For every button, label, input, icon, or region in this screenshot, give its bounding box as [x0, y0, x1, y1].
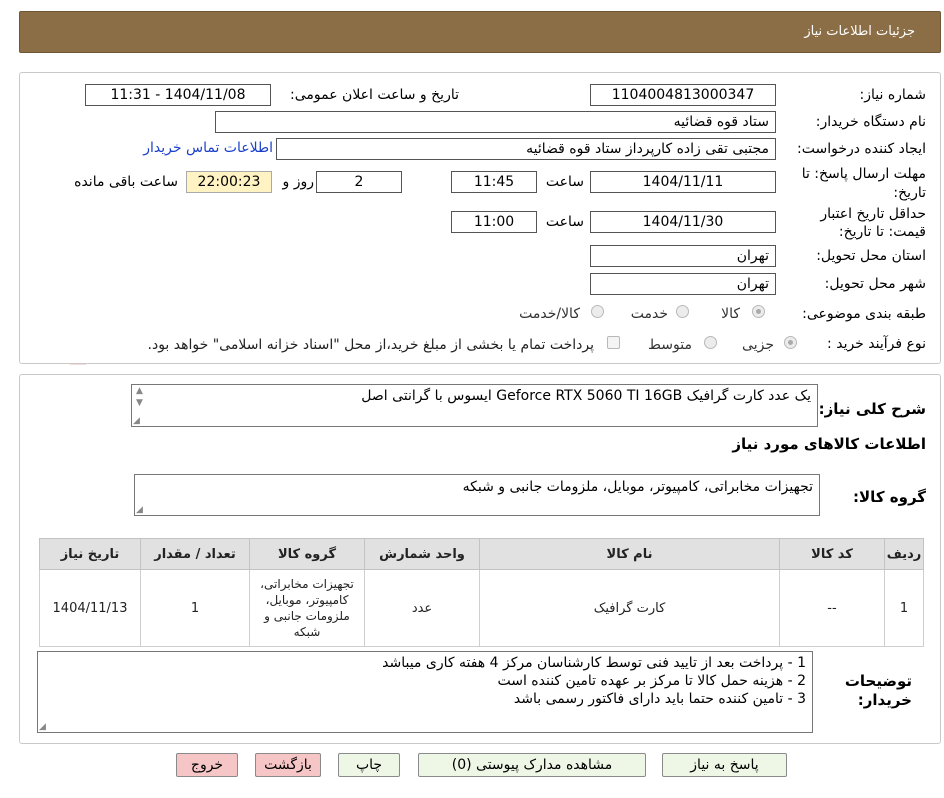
note-line-1: 1 - پرداخت بعد از تایید فنی توسط کارشناس…	[382, 655, 806, 671]
creator-label: ایجاد کننده درخواست:	[797, 141, 926, 157]
deadline-date-field: 1404/11/11	[590, 171, 776, 193]
process-minor-radio[interactable]	[784, 336, 797, 349]
note-line-3: 3 - تامین کننده حتما باید دارای فاکتور ر…	[513, 691, 806, 707]
deadline-time-label: ساعت	[545, 174, 584, 190]
back-button[interactable]: بازگشت	[255, 753, 321, 777]
col-row: ردیف	[884, 538, 924, 570]
buyer-contact-link[interactable]: اطلاعات تماس خریدار	[143, 140, 273, 156]
note-line-2: 2 - هزینه حمل کالا تا مرکز بر عهده تامین…	[497, 673, 806, 689]
price-validity-label-2: قیمت: تا تاریخ:	[838, 224, 926, 240]
countdown-timer: 22:00:23	[186, 171, 272, 193]
need-summary-label: شرح کلی نیاز:	[818, 400, 926, 418]
deadline-label-2: تاریخ:	[893, 185, 926, 201]
cell-qty: 1	[140, 569, 250, 647]
need-number-label: شماره نیاز:	[859, 87, 927, 103]
resize-handle-icon[interactable]: ◢	[39, 722, 46, 732]
deadline-label: مهلت ارسال پاسخ: تا	[801, 166, 926, 182]
page-header: جزئیات اطلاعات نیاز	[19, 11, 941, 53]
creator-field: مجتبی تقی زاده کارپرداز ستاد قوه قضائیه	[276, 138, 776, 160]
city-label: شهر محل تحویل:	[824, 276, 926, 292]
days-remaining-field: 2	[316, 171, 402, 193]
resize-handle-icon[interactable]: ◢	[136, 505, 143, 515]
need-summary-textarea[interactable]: یک عدد کارت گرافیک Geforce RTX 5060 TI 1…	[131, 384, 818, 427]
category-goods-label: کالا	[721, 306, 740, 322]
cell-name: کارت گرافیک	[479, 569, 780, 647]
cell-date: 1404/11/13	[39, 569, 141, 647]
category-service-label: خدمت	[630, 306, 668, 322]
validity-date-field: 1404/11/30	[590, 211, 776, 233]
category-goods-service-label: کالا/خدمت	[519, 306, 580, 322]
cell-unit: عدد	[364, 569, 480, 647]
buyer-org-field: ستاد قوه قضائیه	[215, 111, 776, 133]
buyer-notes-label: توضیحات	[844, 672, 912, 690]
announce-datetime-field: 1404/11/08 - 11:31	[85, 84, 271, 106]
col-date: تاریخ نیاز	[39, 538, 141, 570]
announce-datetime-label: تاریخ و ساعت اعلان عمومی:	[290, 87, 459, 103]
scroll-up-icon[interactable]: ▲	[136, 386, 143, 396]
process-medium-label: متوسط	[648, 337, 692, 353]
treasury-payment-checkbox[interactable]	[607, 336, 620, 349]
reply-button[interactable]: پاسخ به نیاز	[662, 753, 787, 777]
purchase-process-label: نوع فرآیند خرید :	[827, 336, 926, 352]
page-title: جزئیات اطلاعات نیاز	[804, 24, 915, 39]
days-label: روز و	[282, 174, 315, 190]
process-medium-radio[interactable]	[704, 336, 717, 349]
city-field: تهران	[590, 273, 776, 295]
table-header-row: ردیف کد کالا نام کالا واحد شمارش گروه کا…	[39, 538, 924, 570]
validity-time-label: ساعت	[545, 214, 584, 230]
table-row: 1 -- کارت گرافیک عدد تجهیزات مخابراتی، ک…	[39, 569, 924, 647]
exit-button[interactable]: خروج	[176, 753, 238, 777]
resize-handle-icon[interactable]: ◢	[133, 416, 140, 426]
goods-group-text: تجهیزات مخابراتی، کامپیوتر، موبایل، ملزو…	[462, 479, 813, 495]
category-goods-service-radio[interactable]	[591, 305, 604, 318]
goods-group-textarea[interactable]: تجهیزات مخابراتی، کامپیوتر، موبایل، ملزو…	[134, 474, 820, 516]
print-button[interactable]: چاپ	[338, 753, 400, 777]
province-field: تهران	[590, 245, 776, 267]
buyer-org-label: نام دستگاه خریدار:	[815, 114, 926, 130]
cell-row: 1	[884, 569, 924, 647]
goods-group-label: گروه کالا:	[853, 488, 926, 506]
category-goods-radio[interactable]	[752, 305, 765, 318]
process-minor-label: جزیی	[742, 337, 774, 353]
cell-code: --	[779, 569, 885, 647]
province-label: استان محل تحویل:	[816, 248, 926, 264]
time-remaining-label: ساعت باقی مانده	[74, 174, 178, 190]
buyer-notes-label-2: خریدار:	[857, 691, 912, 709]
category-service-radio[interactable]	[676, 305, 689, 318]
col-name: نام کالا	[479, 538, 780, 570]
goods-table: ردیف کد کالا نام کالا واحد شمارش گروه کا…	[39, 538, 924, 647]
goods-section-title: اطلاعات کالاهای مورد نیاز	[732, 435, 926, 453]
need-summary-text: یک عدد کارت گرافیک Geforce RTX 5060 TI 1…	[361, 388, 811, 404]
cell-group: تجهیزات مخابراتی، کامپیوتر، موبایل، ملزو…	[249, 569, 365, 647]
col-group: گروه کالا	[249, 538, 365, 570]
category-label: طبقه بندی موضوعی:	[802, 306, 926, 322]
view-attachments-button[interactable]: مشاهده مدارک پیوستی (0)	[418, 753, 646, 777]
col-qty: تعداد / مقدار	[140, 538, 250, 570]
price-validity-label: حداقل تاریخ اعتبار	[820, 206, 926, 222]
validity-time-field: 11:00	[451, 211, 537, 233]
buyer-notes-textarea[interactable]: 1 - پرداخت بعد از تایید فنی توسط کارشناس…	[37, 651, 813, 733]
deadline-time-field: 11:45	[451, 171, 537, 193]
col-code: کد کالا	[779, 538, 885, 570]
col-unit: واحد شمارش	[364, 538, 480, 570]
treasury-payment-note: پرداخت تمام یا بخشی از مبلغ خرید،از محل …	[147, 337, 594, 353]
need-number-field: 1104004813000347	[590, 84, 776, 106]
scroll-down-icon[interactable]: ▼	[136, 398, 143, 408]
